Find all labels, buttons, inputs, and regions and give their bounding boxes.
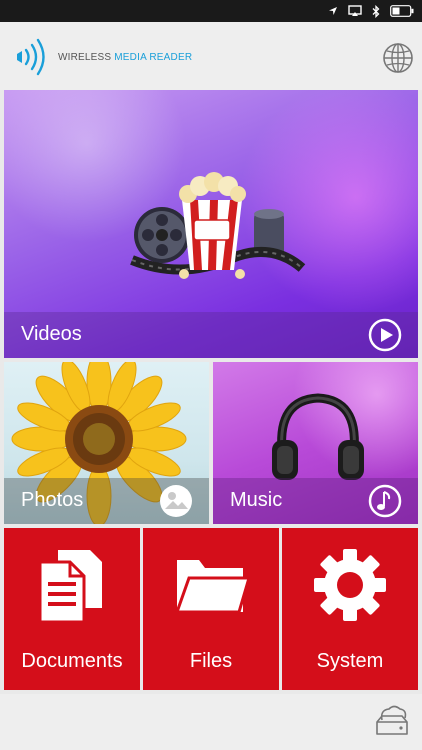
files-tile[interactable]: Files [143, 528, 279, 690]
app-header: WIRELESS MEDIA READER [0, 22, 422, 90]
bluetooth-icon [372, 4, 380, 18]
documents-label: Documents [21, 650, 123, 672]
system-tile[interactable]: System [282, 528, 418, 690]
photos-caption: Photos [4, 478, 209, 524]
app-title-part1: WIRELESS [58, 52, 112, 63]
documents-tile[interactable]: Documents [4, 528, 140, 690]
system-label: System [316, 650, 384, 672]
videos-tile[interactable]: Videos [4, 90, 418, 358]
photos-label: Photos [21, 489, 84, 511]
gear-icon [314, 549, 386, 621]
battery-icon [390, 5, 414, 17]
photos-tile[interactable]: Photos [4, 362, 209, 524]
app-title: WIRELESS MEDIA READER [58, 52, 192, 63]
music-tile[interactable]: Music [213, 362, 418, 524]
music-caption: Music [213, 478, 418, 524]
videos-caption: Videos [4, 312, 418, 358]
globe-icon[interactable] [382, 42, 414, 74]
folder-icon [174, 560, 249, 614]
location-arrow-icon [329, 7, 337, 15]
play-icon[interactable] [368, 318, 402, 352]
files-label: Files [189, 650, 233, 672]
airplay-icon [348, 5, 362, 16]
music-note-icon[interactable] [368, 484, 402, 518]
videos-label: Videos [21, 323, 82, 345]
cloud-storage-icon[interactable] [374, 704, 410, 738]
popcorn-film-image [130, 172, 306, 279]
bottom-bar [0, 694, 422, 750]
wifi-signal-icon [17, 38, 45, 76]
app-title-part2: MEDIA READER [114, 52, 193, 63]
status-bar [0, 0, 422, 22]
headphones-image [272, 393, 364, 480]
music-label: Music [230, 489, 283, 511]
gallery-icon[interactable] [159, 484, 193, 518]
documents-icon [38, 550, 102, 624]
